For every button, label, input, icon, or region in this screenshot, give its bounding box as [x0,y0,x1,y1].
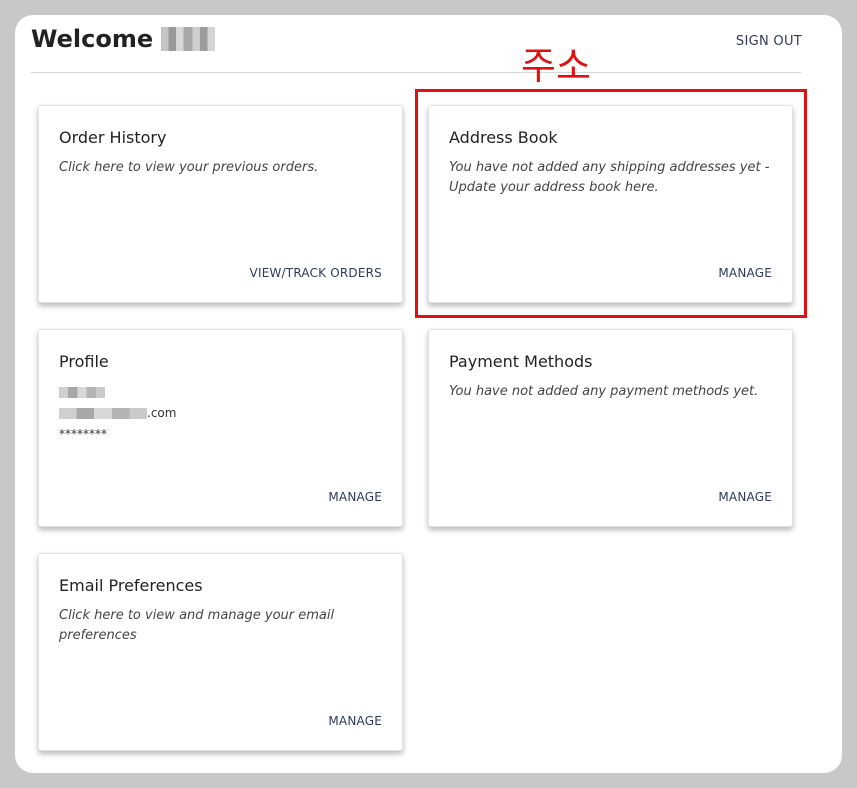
blurred-profile-name [59,387,105,398]
card-description: You have not added any shipping addresse… [449,160,770,195]
address-book-card[interactable]: Address Book You have not added any ship… [428,105,793,303]
manage-email-preferences-link[interactable]: MANAGE [328,714,382,728]
account-panel: Welcome SIGN OUT 주소 Order History Click … [15,15,842,773]
header-divider [31,72,801,73]
welcome-heading: Welcome [31,25,216,53]
profile-email-line: .com [59,403,176,424]
card-title: Order History [59,128,167,147]
card-title: Profile [59,352,109,371]
card-title: Address Book [449,128,558,147]
profile-card[interactable]: Profile .com ******** MANAGE [38,329,403,527]
email-suffix: .com [147,406,177,420]
blurred-email [59,408,147,419]
profile-password-mask: ******** [59,427,107,441]
card-title: Payment Methods [449,352,593,371]
email-preferences-card[interactable]: Email Preferences Click here to view and… [38,553,403,751]
card-description: Click here to view your previous orders. [59,160,319,175]
sign-out-link[interactable]: SIGN OUT [736,34,802,49]
card-title: Email Preferences [59,576,203,595]
order-history-card[interactable]: Order History Click here to view your pr… [38,105,403,303]
manage-payment-link[interactable]: MANAGE [718,490,772,504]
welcome-text: Welcome [31,25,154,53]
card-description: You have not added any payment methods y… [449,384,759,399]
view-track-orders-link[interactable]: VIEW/TRACK ORDERS [250,266,382,280]
profile-details: .com ******** [59,382,176,445]
blurred-user-name [161,27,216,51]
manage-address-link[interactable]: MANAGE [718,266,772,280]
card-description: Click here to view and manage your email… [59,608,335,643]
manage-profile-link[interactable]: MANAGE [328,490,382,504]
payment-methods-card[interactable]: Payment Methods You have not added any p… [428,329,793,527]
annotation-label: 주소 [521,44,591,88]
profile-name-line [59,382,176,403]
